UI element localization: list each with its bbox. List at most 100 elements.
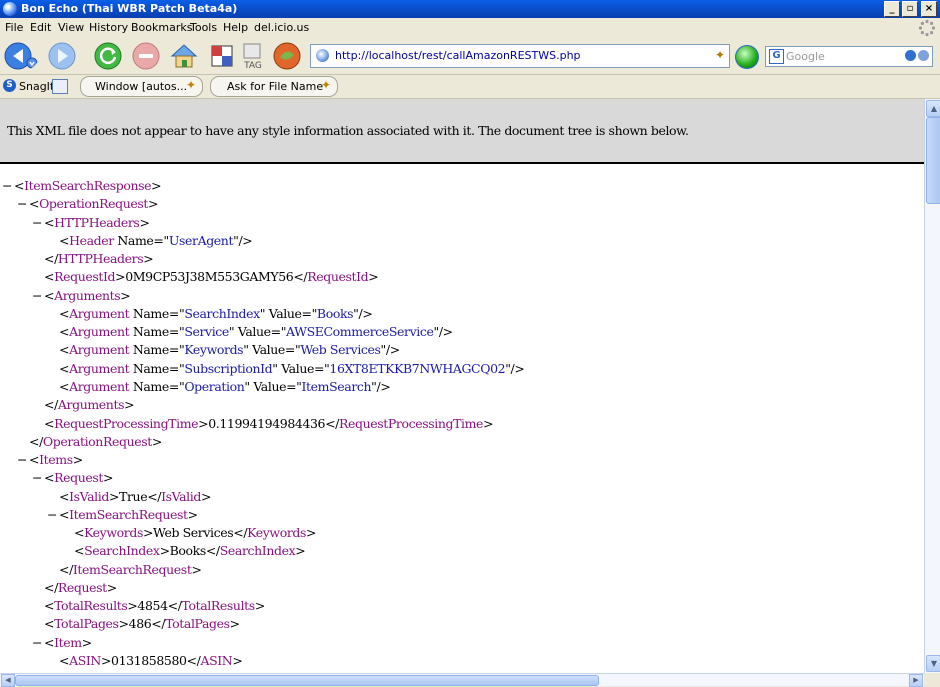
attribute-value: SearchIndex <box>184 306 260 321</box>
xml-text: < <box>44 616 55 631</box>
menu-bookmarks[interactable]: Bookmarks <box>131 21 192 34</box>
tag-name: Argument <box>69 324 130 339</box>
menu-delicious[interactable]: del.icio.us <box>254 21 309 34</box>
xml-line: <Argument Name="SearchIndex" Value="Book… <box>59 305 373 323</box>
xml-line: <RequestId>0M9CP53J38M553GAMY56</Request… <box>44 268 379 286</box>
xml-text: > <box>254 598 265 613</box>
collapse-toggle[interactable]: − <box>17 195 27 213</box>
menu-help[interactable]: Help <box>223 21 248 34</box>
collapse-toggle[interactable]: − <box>32 634 42 652</box>
xml-text: " Value=" <box>228 324 287 339</box>
tag-icon[interactable]: TAG <box>238 41 268 71</box>
close-button[interactable]: × <box>921 1 937 17</box>
tag-name: Item <box>54 635 82 650</box>
tag-name: Keywords <box>247 525 307 540</box>
tag-name: RequestId <box>307 269 369 284</box>
scroll-thumb[interactable] <box>926 117 940 204</box>
xml-text: >0131858580</ <box>100 653 201 668</box>
menu-tools[interactable]: Tools <box>190 21 217 34</box>
xml-text: < <box>59 489 70 504</box>
collapse-toggle[interactable]: − <box>17 451 27 469</box>
search-options-icon[interactable] <box>918 50 929 61</box>
go-button[interactable] <box>735 45 759 69</box>
maximize-button[interactable]: ▫ <box>902 1 918 17</box>
xml-text: < <box>59 361 70 376</box>
snagit-menu-icon[interactable] <box>52 79 68 94</box>
capture-window-dropdown[interactable]: Window [autos... ✦ <box>80 76 203 97</box>
minimize-button[interactable]: _ <box>884 1 900 17</box>
collapse-toggle[interactable]: − <box>2 177 12 195</box>
xml-line: </Arguments> <box>44 396 135 414</box>
scroll-left-icon[interactable]: ◀ <box>1 674 15 687</box>
tag-name: TotalResults <box>54 598 128 613</box>
google-icon[interactable]: G <box>769 49 784 64</box>
address-dropdown-icon[interactable]: ✦ <box>715 48 725 62</box>
menu-history[interactable]: History <box>89 21 128 34</box>
stop-icon[interactable] <box>131 41 161 71</box>
xml-text: < <box>59 306 70 321</box>
snagit-icon[interactable]: S <box>3 79 16 92</box>
address-bar[interactable]: http://localhost/rest/callAmazonRESTWS.p… <box>310 44 730 68</box>
xml-line: − <Request> <box>32 469 113 487</box>
xml-text: < <box>29 196 40 211</box>
url-text[interactable]: http://localhost/rest/callAmazonRESTWS.p… <box>335 49 581 62</box>
xml-text: > <box>295 543 306 558</box>
xml-text: </ <box>29 434 43 449</box>
xml-line: </Request> <box>44 579 117 597</box>
scroll-right-icon[interactable]: ▶ <box>909 674 923 687</box>
menu-edit[interactable]: Edit <box>30 21 51 34</box>
snagit-capture-icon[interactable] <box>207 41 237 71</box>
xml-text: >0.11994194984436</ <box>198 416 339 431</box>
xml-text: < <box>44 598 55 613</box>
xml-line: − <Arguments> <box>32 287 131 305</box>
xml-text: > <box>187 507 198 522</box>
xml-text: Name=" <box>129 379 185 394</box>
tag-name: IsValid <box>161 489 201 504</box>
collapse-toggle[interactable]: − <box>32 214 42 232</box>
xml-text: >True</ <box>108 489 162 504</box>
xml-text: Name=" <box>129 361 185 376</box>
scroll-thumb-horizontal[interactable] <box>15 675 599 686</box>
xml-line: − <HTTPHeaders> <box>32 214 150 232</box>
throbber-icon <box>918 19 936 37</box>
tag-name: ASIN <box>69 653 101 668</box>
collapse-toggle[interactable]: − <box>32 469 42 487</box>
back-icon[interactable] <box>3 41 39 71</box>
xml-notice-text: This XML file does not appear to have an… <box>7 123 689 138</box>
forward-icon[interactable] <box>47 41 77 71</box>
attribute-value: 16XT8ETKKB7NWHAGCQ02 <box>329 361 506 376</box>
menu-view[interactable]: View <box>58 21 84 34</box>
search-placeholder: Google <box>786 50 825 63</box>
vertical-scrollbar[interactable]: ▲ ▼ <box>924 99 940 673</box>
search-box[interactable]: G Google <box>765 46 933 67</box>
xml-text: Name=" <box>129 306 185 321</box>
xml-text: </ <box>44 580 58 595</box>
menu-file[interactable]: File <box>5 21 23 34</box>
collapse-toggle[interactable]: − <box>32 287 42 305</box>
site-icon <box>316 49 329 62</box>
attribute-value: Operation <box>184 379 245 394</box>
xml-line: <TotalResults>4854</TotalResults> <box>44 597 265 615</box>
xml-text: < <box>59 379 70 394</box>
tag-name: RequestProcessingTime <box>54 416 199 431</box>
title-bar: Bon Echo (Thai WBR Patch Beta4a) _ ▫ × <box>0 0 940 18</box>
xml-text: > <box>139 215 150 230</box>
xml-text: Name=" <box>129 342 185 357</box>
horizontal-scrollbar[interactable]: ◀ ▶ <box>0 673 924 687</box>
scroll-up-icon[interactable]: ▲ <box>926 100 940 117</box>
xml-text: < <box>44 215 55 230</box>
scroll-down-icon[interactable]: ▼ <box>926 655 940 672</box>
tag-name: TotalPages <box>165 616 230 631</box>
xml-line: <TotalPages>486</TotalPages> <box>44 615 240 633</box>
snagit-label[interactable]: SnagIt <box>19 80 54 93</box>
delicious-icon[interactable] <box>272 41 302 71</box>
page-content: This XML file does not appear to have an… <box>0 99 924 673</box>
xml-text: "/> <box>505 361 525 376</box>
xml-text: </ <box>44 397 58 412</box>
home-icon[interactable] <box>169 41 199 71</box>
file-name-dropdown[interactable]: Ask for File Name ✦ <box>210 76 338 97</box>
xml-text: > <box>483 416 494 431</box>
search-go-icon[interactable] <box>905 50 916 61</box>
reload-icon[interactable] <box>93 41 123 71</box>
collapse-toggle[interactable]: − <box>47 506 57 524</box>
